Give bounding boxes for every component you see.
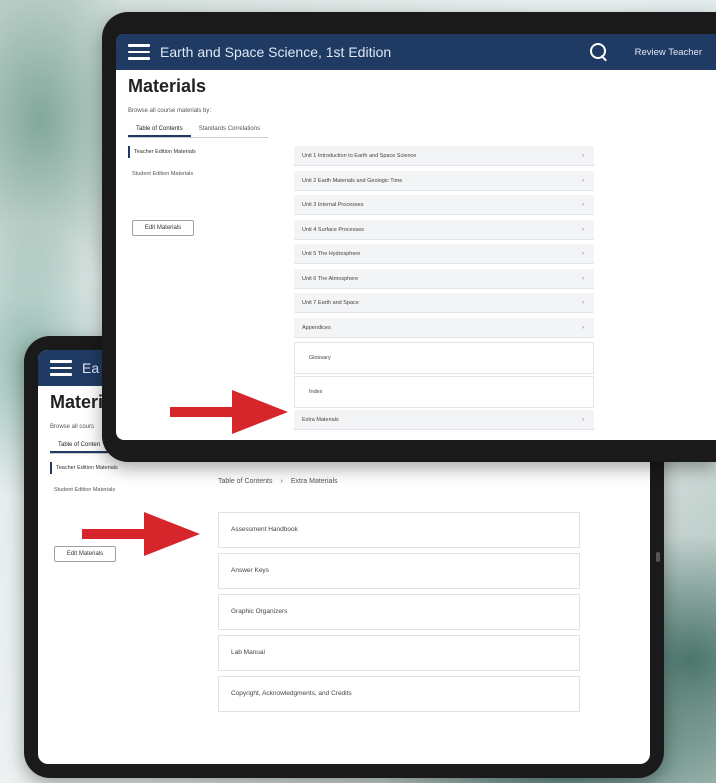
red-arrow-icon bbox=[170, 390, 288, 434]
course-title[interactable]: Ea bbox=[82, 360, 99, 376]
breadcrumb-root-link[interactable]: Table of Contents bbox=[218, 478, 272, 485]
toc-row-index[interactable]: Index bbox=[294, 376, 594, 408]
breadcrumb-separator-icon: › bbox=[280, 478, 283, 485]
chevron-right-icon: › bbox=[582, 153, 584, 159]
chevron-down-icon: › bbox=[582, 324, 584, 331]
tab-standards-correlations[interactable]: Standards Correlations bbox=[191, 124, 268, 137]
sidebar-item-student-edition[interactable]: Student Edition Materials bbox=[50, 484, 158, 496]
browse-tabs: Table of Conten bbox=[50, 440, 109, 454]
course-title[interactable]: Earth and Space Science, 1st Edition bbox=[160, 44, 391, 60]
tablet-camera bbox=[656, 552, 660, 562]
browse-label: Browse all cours bbox=[50, 424, 95, 430]
tab-table-of-contents[interactable]: Table of Conten bbox=[50, 440, 109, 453]
chevron-right-icon: › bbox=[582, 202, 584, 208]
extra-item-assessment-handbook[interactable]: Assessment Handbook bbox=[218, 512, 580, 548]
toc-row-unit-6[interactable]: Unit 6 The Atmosphere › bbox=[294, 268, 594, 289]
extra-materials-list: Assessment Handbook Answer Keys Graphic … bbox=[218, 512, 580, 717]
chevron-right-icon: › bbox=[582, 275, 584, 282]
extra-item-copyright-credits[interactable]: Copyright, Acknowledgments, and Credits bbox=[218, 676, 580, 712]
chevron-right-icon: › bbox=[582, 177, 584, 184]
hamburger-menu-icon[interactable] bbox=[50, 360, 72, 376]
extra-item-lab-manual[interactable]: Lab Manual bbox=[218, 635, 580, 671]
toc-row-unit-3[interactable]: Unit 3 Internal Processes › bbox=[294, 195, 594, 215]
toc-row-unit-7[interactable]: Unit 7 Earth and Space › bbox=[294, 293, 594, 313]
sidebar-materials-list: Teacher Edition Materials Student Editio… bbox=[128, 146, 236, 190]
browse-label: Browse all course materials by: bbox=[128, 108, 212, 114]
toc-row-unit-5[interactable]: Unit 5 The Hydrosphere › bbox=[294, 244, 594, 264]
breadcrumb: Table of Contents › Extra Materials bbox=[218, 478, 338, 485]
breadcrumb-current: Extra Materials bbox=[290, 478, 338, 485]
top-navbar: Earth and Space Science, 1st Edition Rev… bbox=[116, 34, 716, 70]
sidebar-item-teacher-edition[interactable]: Teacher Edition Materials bbox=[50, 462, 158, 474]
chevron-right-icon: › bbox=[582, 417, 584, 423]
browse-tabs: Table of Contents Standards Correlations bbox=[128, 124, 269, 138]
tab-table-of-contents[interactable]: Table of Contents bbox=[128, 124, 191, 137]
extra-item-graphic-organizers[interactable]: Graphic Organizers bbox=[218, 594, 580, 630]
toc-row-extra-materials[interactable]: Extra Materials › bbox=[294, 410, 594, 430]
page-title: Materi bbox=[50, 392, 104, 412]
sidebar-item-teacher-edition[interactable]: Teacher Edition Materials bbox=[128, 146, 236, 158]
toc-row-appendices[interactable]: Appendices › bbox=[294, 317, 594, 338]
toc-row-unit-2[interactable]: Unit 2 Earth Materials and Geologic Time… bbox=[294, 170, 594, 191]
chevron-right-icon: › bbox=[582, 300, 584, 306]
search-icon[interactable] bbox=[589, 42, 609, 62]
hamburger-menu-icon[interactable] bbox=[128, 44, 150, 60]
tablet-front-screen: Earth and Space Science, 1st Edition Rev… bbox=[116, 34, 716, 440]
red-arrow-icon bbox=[82, 512, 200, 556]
toc-unit-list: Unit 1 Introduction to Earth and Space S… bbox=[294, 146, 594, 435]
edit-materials-button[interactable]: Edit Materials bbox=[132, 220, 194, 236]
toc-row-unit-4[interactable]: Unit 4 Surface Processes › bbox=[294, 219, 594, 240]
page-title: Materials bbox=[128, 76, 207, 96]
chevron-right-icon: › bbox=[582, 251, 584, 257]
sidebar-materials-list: Teacher Edition Materials Student Editio… bbox=[50, 462, 158, 506]
toc-row-glossary[interactable]: Glossary bbox=[294, 342, 594, 374]
chevron-right-icon: › bbox=[582, 226, 584, 233]
extra-item-answer-keys[interactable]: Answer Keys bbox=[218, 553, 580, 589]
sidebar-item-student-edition[interactable]: Student Edition Materials bbox=[128, 168, 236, 180]
toc-row-unit-1[interactable]: Unit 1 Introduction to Earth and Space S… bbox=[294, 146, 594, 166]
user-menu[interactable]: Review Teacher bbox=[635, 47, 702, 58]
